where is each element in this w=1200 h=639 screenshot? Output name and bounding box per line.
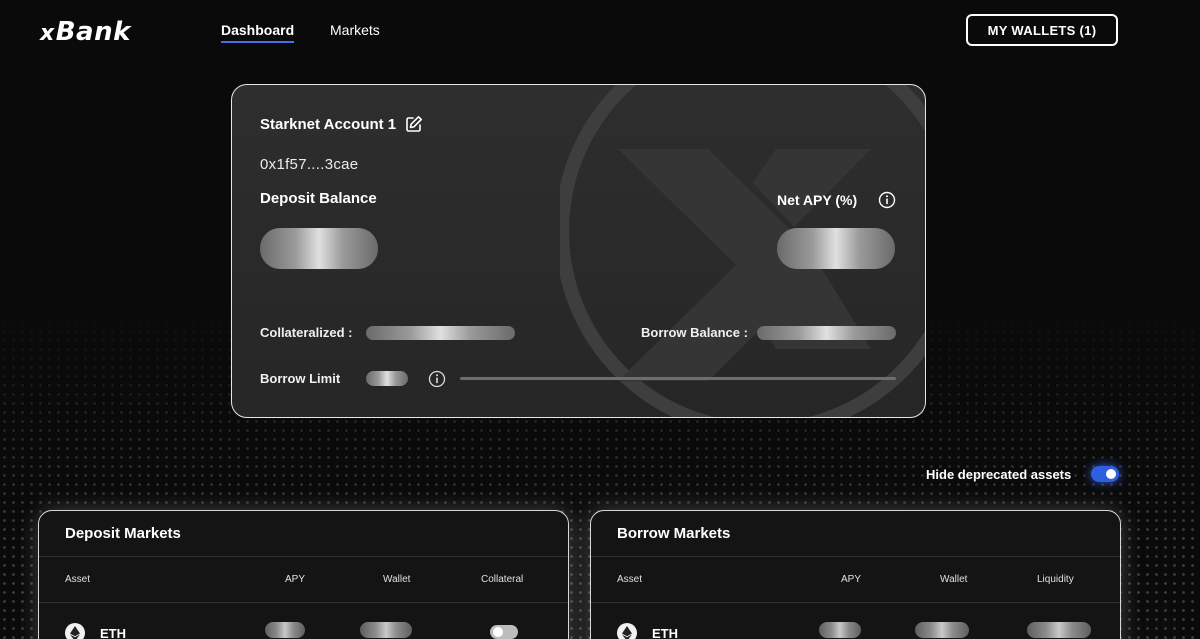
panel-divider xyxy=(591,556,1120,557)
deposit-balance-label: Deposit Balance xyxy=(260,190,377,207)
xbank-logo[interactable]: xBank xyxy=(40,17,131,47)
asset-name[interactable]: ETH xyxy=(652,626,678,639)
deposit-balance-value xyxy=(260,228,378,269)
ethereum-icon xyxy=(617,623,637,639)
col-collateral: Collateral xyxy=(481,574,524,585)
asset-name[interactable]: ETH xyxy=(100,626,126,639)
toggle-knob xyxy=(1106,469,1116,479)
borrow-limit-value xyxy=(366,371,408,386)
deposit-markets-title: Deposit Markets xyxy=(65,525,181,542)
edit-icon[interactable] xyxy=(405,115,423,133)
col-apy: APY xyxy=(841,574,862,585)
account-card: Starknet Account 1 0x1f57....3cae Deposi… xyxy=(231,84,926,418)
nav-dashboard[interactable]: Dashboard xyxy=(221,22,295,43)
panel-divider xyxy=(39,556,568,557)
borrow-balance-label: Borrow Balance : xyxy=(641,325,748,340)
logo-prefix: x xyxy=(40,21,55,46)
borrow-markets-panel: Borrow Markets Asset APY Wallet Liquidit… xyxy=(590,510,1121,639)
logo-name: Bank xyxy=(55,17,131,47)
toggle-knob xyxy=(493,627,503,637)
ethereum-icon xyxy=(65,623,85,639)
collateral-toggle[interactable] xyxy=(490,625,518,639)
borrow-liquidity-value xyxy=(1027,622,1091,638)
deposit-wallet-value xyxy=(360,622,412,638)
col-wallet: Wallet xyxy=(940,574,968,585)
col-apy: APY xyxy=(285,574,306,585)
deposit-markets-panel: Deposit Markets Asset APY Wallet Collate… xyxy=(38,510,569,639)
collateralized-label: Collateralized : xyxy=(260,325,353,340)
my-wallets-button[interactable]: MY WALLETS (1) xyxy=(966,14,1118,46)
panel-divider xyxy=(591,602,1120,603)
borrow-limit-label: Borrow Limit xyxy=(260,371,341,386)
borrow-markets-title: Borrow Markets xyxy=(617,525,731,542)
net-apy-value xyxy=(777,228,895,269)
col-asset: Asset xyxy=(65,574,91,585)
net-apy-label: Net APY (%) xyxy=(777,192,858,208)
deposit-apy-value xyxy=(265,622,305,638)
borrow-apy-value xyxy=(819,622,861,638)
account-address: 0x1f57....3cae xyxy=(260,156,359,173)
col-asset: Asset xyxy=(617,574,643,585)
nav-markets[interactable]: Markets xyxy=(330,22,380,38)
borrow-limit-bar xyxy=(460,377,896,380)
col-liquidity: Liquidity xyxy=(1037,574,1074,585)
borrow-wallet-value xyxy=(915,622,969,638)
collateralized-value xyxy=(366,326,515,340)
hide-deprecated-label: Hide deprecated assets xyxy=(926,467,1072,482)
col-wallet: Wallet xyxy=(383,574,411,585)
hide-deprecated-toggle[interactable] xyxy=(1091,466,1119,482)
borrow-balance-value xyxy=(757,326,896,340)
info-icon[interactable] xyxy=(878,191,896,209)
panel-divider xyxy=(39,602,568,603)
borrow-limit-info-icon[interactable] xyxy=(428,370,446,388)
account-name: Starknet Account 1 xyxy=(260,116,397,133)
